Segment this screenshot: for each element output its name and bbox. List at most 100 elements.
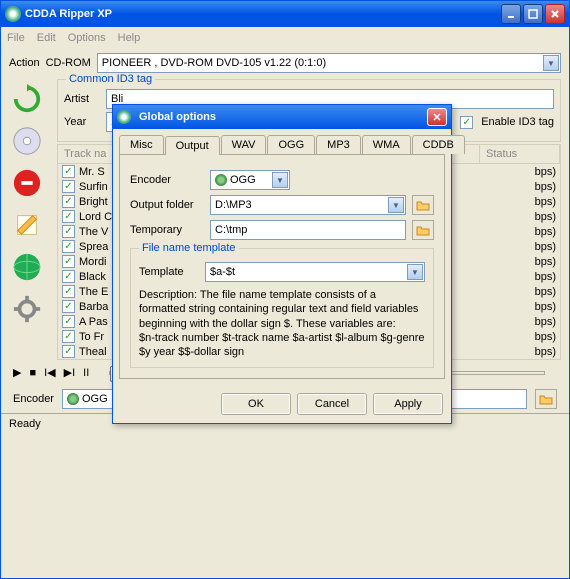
track-bitrate: bps) [535, 286, 556, 298]
close-button[interactable] [545, 4, 565, 24]
cdrom-value: PIONEER , DVD-ROM DVD-105 v1.22 (0:1:0) [102, 57, 326, 69]
globe-icon[interactable] [9, 249, 45, 285]
pause-button[interactable]: II [83, 367, 89, 379]
disc-icon[interactable] [9, 123, 45, 159]
stop-icon[interactable] [9, 165, 45, 201]
track-checkbox[interactable]: ✓ [62, 225, 75, 238]
temp-input[interactable] [210, 220, 406, 240]
menu-file[interactable]: File [7, 32, 25, 44]
enable-id3-checkbox[interactable]: ✓ [460, 116, 473, 129]
tab-wma[interactable]: WMA [362, 135, 411, 154]
track-checkbox[interactable]: ✓ [62, 300, 75, 313]
track-bitrate: bps) [535, 241, 556, 253]
browse-output-button[interactable] [412, 195, 434, 215]
output-folder-label: Output folder [130, 199, 204, 211]
apply-button[interactable]: Apply [373, 393, 443, 415]
template-value: $a-$t [210, 266, 235, 278]
track-checkbox[interactable]: ✓ [62, 180, 75, 193]
dialog-output-folder-combo[interactable]: D:\MP3 ▼ [210, 195, 406, 215]
track-bitrate: bps) [535, 331, 556, 343]
track-bitrate: bps) [535, 181, 556, 193]
edit-icon[interactable] [9, 207, 45, 243]
track-header-status[interactable]: Status [480, 145, 560, 163]
dialog-encoder-combo[interactable]: OGG ▼ [210, 170, 290, 190]
enable-id3-label: Enable ID3 tag [481, 116, 554, 128]
ogg-icon [67, 393, 79, 405]
maximize-button[interactable] [523, 4, 543, 24]
global-options-dialog: Global options ✕ Misc Output WAV OGG MP3… [112, 104, 452, 424]
track-bitrate: bps) [535, 346, 556, 358]
window-title: CDDA Ripper XP [25, 8, 501, 20]
titlebar: CDDA Ripper XP [1, 1, 569, 27]
template-group: File name template Template $a-$t ▼ Desc… [130, 248, 434, 368]
track-bitrate: bps) [535, 226, 556, 238]
track-bitrate: bps) [535, 256, 556, 268]
track-checkbox[interactable]: ✓ [62, 195, 75, 208]
minimize-button[interactable] [501, 4, 521, 24]
cancel-button[interactable]: Cancel [297, 393, 367, 415]
dialog-icon [117, 110, 131, 124]
track-bitrate: bps) [535, 166, 556, 178]
artist-label: Artist [64, 93, 98, 105]
template-description: Description: The file name template cons… [139, 288, 425, 359]
track-checkbox[interactable]: ✓ [62, 285, 75, 298]
year-label: Year [64, 116, 98, 128]
folder-icon [416, 224, 430, 236]
encoder-label: Encoder [130, 174, 204, 186]
menu-edit[interactable]: Edit [37, 32, 56, 44]
action-label: Action [9, 57, 40, 69]
dialog-titlebar: Global options ✕ [113, 105, 451, 129]
menubar: File Edit Options Help [1, 27, 569, 49]
track-bitrate: bps) [535, 211, 556, 223]
chevron-down-icon: ▼ [407, 264, 423, 280]
tab-cddb[interactable]: CDDB [412, 135, 465, 154]
dialog-output-folder-value: D:\MP3 [215, 199, 252, 211]
tab-wav[interactable]: WAV [221, 135, 267, 154]
folder-icon [416, 199, 430, 211]
id3-group-label: Common ID3 tag [66, 73, 155, 85]
chevron-down-icon: ▼ [388, 197, 404, 213]
dialog-buttons: OK Cancel Apply [113, 385, 451, 423]
track-bitrate: bps) [535, 316, 556, 328]
cdrom-label: CD-ROM [46, 57, 91, 69]
encoder-label: Encoder [13, 393, 54, 405]
temp-label: Temporary [130, 224, 204, 236]
template-combo[interactable]: $a-$t ▼ [205, 262, 425, 282]
track-checkbox[interactable]: ✓ [62, 270, 75, 283]
chevron-down-icon: ▼ [543, 55, 559, 71]
prev-button[interactable]: I◀ [44, 366, 56, 379]
app-icon [5, 6, 21, 22]
chevron-down-icon: ▼ [272, 172, 288, 188]
folder-icon [539, 393, 553, 405]
track-bitrate: bps) [535, 271, 556, 283]
encoder-value: OGG [82, 393, 108, 405]
cdrom-combo[interactable]: PIONEER , DVD-ROM DVD-105 v1.22 (0:1:0) … [97, 53, 561, 73]
ogg-icon [215, 174, 227, 186]
tab-mp3[interactable]: MP3 [316, 135, 361, 154]
ok-button[interactable]: OK [221, 393, 291, 415]
track-checkbox[interactable]: ✓ [62, 315, 75, 328]
browse-folder-button[interactable] [535, 389, 557, 409]
tab-ogg[interactable]: OGG [267, 135, 315, 154]
stop-button[interactable]: ■ [29, 367, 36, 379]
track-checkbox[interactable]: ✓ [62, 255, 75, 268]
tab-output[interactable]: Output [165, 136, 220, 155]
browse-temp-button[interactable] [412, 220, 434, 240]
track-checkbox[interactable]: ✓ [62, 165, 75, 178]
tab-misc[interactable]: Misc [119, 135, 164, 154]
track-checkbox[interactable]: ✓ [62, 210, 75, 223]
play-button[interactable]: ▶ [13, 366, 21, 379]
sidebar [9, 77, 57, 360]
track-checkbox[interactable]: ✓ [62, 240, 75, 253]
menu-help[interactable]: Help [118, 32, 141, 44]
track-checkbox[interactable]: ✓ [62, 330, 75, 343]
track-checkbox[interactable]: ✓ [62, 345, 75, 358]
dialog-encoder-value: OGG [230, 174, 256, 186]
dialog-close-button[interactable]: ✕ [427, 108, 447, 126]
template-label: Template [139, 266, 199, 278]
menu-options[interactable]: Options [68, 32, 106, 44]
track-bitrate: bps) [535, 196, 556, 208]
gear-icon[interactable] [9, 291, 45, 327]
next-button[interactable]: ▶I [64, 366, 76, 379]
refresh-icon[interactable] [9, 81, 45, 117]
